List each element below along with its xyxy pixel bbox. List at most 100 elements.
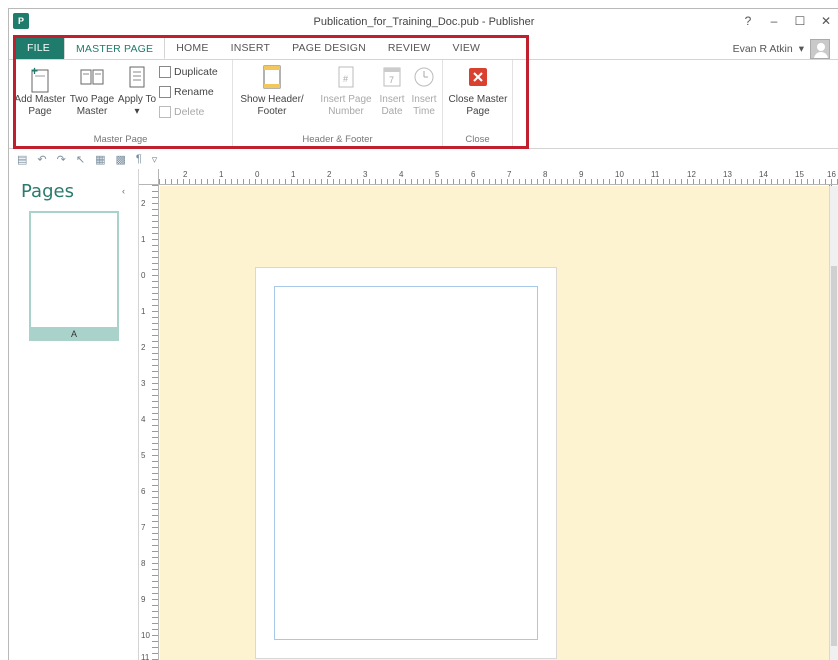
apply-to-icon <box>124 64 150 90</box>
ruler-tick-label: 8 <box>141 559 146 568</box>
insert-date-button[interactable]: 7 Insert Date <box>377 64 407 118</box>
add-master-page-button[interactable]: + Add Master Page <box>11 64 69 118</box>
ruler-tick-label: 2 <box>141 199 146 208</box>
close-group: Close Master Page Close <box>443 60 513 148</box>
paragraph-mark-icon[interactable]: ¶ <box>136 153 142 165</box>
svg-text:+: + <box>31 64 38 78</box>
ruler-tick-label: 15 <box>795 170 804 179</box>
quick-access-toolbar: ▤ ↶ ↷ ↖ ▦ ▩ ¶ ▿ <box>9 150 838 168</box>
rename-button[interactable]: Rename <box>159 86 214 98</box>
close-master-page-label: Close Master Page <box>448 94 508 117</box>
delete-button[interactable]: Delete <box>159 106 204 118</box>
insert-time-button[interactable]: Insert Time <box>409 64 439 118</box>
ruler-tick-label: 12 <box>687 170 696 179</box>
ribbon-tabs: FILE MASTER PAGE HOME INSERT PAGE DESIGN… <box>13 37 491 59</box>
undo-icon[interactable]: ↶ <box>37 153 46 166</box>
ruler-tick-label: 9 <box>141 595 146 604</box>
two-page-master-button[interactable]: Two Page Master <box>67 64 117 118</box>
rename-icon <box>159 86 171 98</box>
ruler-tick-label: 4 <box>141 415 146 424</box>
maximize-button[interactable]: ☐ <box>787 11 813 31</box>
close-master-page-button[interactable]: Close Master Page <box>445 64 511 118</box>
window-controls: ? – ☐ ✕ <box>735 11 838 31</box>
ruler-tick-label: 2 <box>183 170 188 179</box>
ruler-tick-label: 1 <box>291 170 296 179</box>
ruler-tick-label: 2 <box>327 170 332 179</box>
ruler-tick-label: 4 <box>399 170 404 179</box>
customize-toolbar-icon[interactable]: ▿ <box>152 153 158 166</box>
vertical-ruler[interactable]: 2 1 0 1 2 3 4 5 6 7 8 9 10 11 <box>139 185 159 660</box>
apply-to-label: Apply To <box>117 94 157 105</box>
page-thumbnail[interactable] <box>29 211 119 329</box>
workspace-canvas[interactable] <box>160 186 830 660</box>
page-thumbnail-label: A <box>29 327 119 341</box>
header-footer-group-label: Header & Footer <box>302 134 373 145</box>
ruler-tick-label: 5 <box>141 451 146 460</box>
show-header-footer-button[interactable]: Show Header/ Footer <box>237 64 307 118</box>
tab-view[interactable]: VIEW <box>442 37 492 59</box>
insert-page-number-label: Insert Page Number <box>320 94 372 117</box>
tab-review[interactable]: REVIEW <box>377 37 442 59</box>
duplicate-label: Duplicate <box>174 66 218 78</box>
ruler-tick-label: 6 <box>141 487 146 496</box>
tab-insert[interactable]: INSERT <box>220 37 282 59</box>
ruler-tick-label: 13 <box>723 170 732 179</box>
ruler-tick-label: 5 <box>435 170 440 179</box>
picture-icon[interactable]: ▩ <box>115 153 125 166</box>
rename-label: Rename <box>174 86 214 98</box>
svg-text:#: # <box>343 74 348 84</box>
text-box-icon[interactable]: ▦ <box>95 153 105 166</box>
ruler-tick-label: 6 <box>471 170 476 179</box>
ruler-tick-label: 1 <box>219 170 224 179</box>
insert-page-number-button[interactable]: # Insert Page Number <box>317 64 375 118</box>
ruler-tick-label: 7 <box>507 170 512 179</box>
master-page-group: + Add Master Page Two Page Master Apply … <box>9 60 233 148</box>
close-window-button[interactable]: ✕ <box>813 11 838 31</box>
two-page-master-label: Two Page Master <box>69 94 115 117</box>
tab-master-page[interactable]: MASTER PAGE <box>63 37 166 59</box>
apply-to-button[interactable]: Apply To ▾ <box>117 64 157 118</box>
pages-pane: Pages ‹ A <box>9 169 139 660</box>
duplicate-button[interactable]: Duplicate <box>159 66 218 78</box>
horizontal-ruler[interactable]: 2 1 0 1 2 3 4 5 6 7 8 9 10 11 12 13 14 1… <box>159 169 838 185</box>
user-name: Evan R Atkin <box>732 43 793 55</box>
duplicate-icon <box>159 66 171 78</box>
save-icon[interactable]: ▤ <box>17 153 27 166</box>
tab-home[interactable]: HOME <box>165 37 219 59</box>
delete-icon <box>159 106 171 118</box>
pointer-icon[interactable]: ↖ <box>76 153 85 166</box>
vertical-scrollbar[interactable] <box>829 186 838 660</box>
publisher-window: P Publication_for_Training_Doc.pub - Pub… <box>8 8 838 660</box>
title-bar: P Publication_for_Training_Doc.pub - Pub… <box>9 9 838 35</box>
ruler-tick-label: 1 <box>141 235 146 244</box>
add-master-page-icon: + <box>27 64 53 93</box>
tab-file[interactable]: FILE <box>13 37 64 59</box>
svg-text:7: 7 <box>389 75 394 85</box>
ruler-tick-label: 0 <box>141 271 146 280</box>
ruler-tick-label: 2 <box>141 343 146 352</box>
ribbon: + Add Master Page Two Page Master Apply … <box>9 59 838 194</box>
master-page-group-label: Master Page <box>93 134 148 145</box>
apply-to-dropdown-icon: ▾ <box>134 106 140 117</box>
page-number-icon: # <box>333 64 359 90</box>
user-account[interactable]: Evan R Atkin ▾ <box>733 39 830 59</box>
insert-time-label: Insert Time <box>411 94 437 117</box>
pages-pane-title: Pages <box>21 181 74 202</box>
close-master-page-icon <box>465 64 491 90</box>
window-title: Publication_for_Training_Doc.pub - Publi… <box>313 16 535 28</box>
delete-label: Delete <box>174 106 205 118</box>
header-footer-group: Show Header/ Footer # Insert Page Number… <box>233 60 443 148</box>
help-button[interactable]: ? <box>735 11 761 31</box>
ruler-tick-label: 14 <box>759 170 768 179</box>
minimize-button[interactable]: – <box>761 11 787 31</box>
insert-date-label: Insert Date <box>379 94 405 117</box>
tab-page-design[interactable]: PAGE DESIGN <box>281 37 377 59</box>
ruler-tick-label: 16 <box>827 170 836 179</box>
ruler-tick-label: 3 <box>141 379 146 388</box>
scrollbar-thumb[interactable] <box>831 266 837 646</box>
show-header-footer-label: Show Header/ Footer <box>240 94 304 117</box>
redo-icon[interactable]: ↷ <box>57 153 66 166</box>
collapse-pane-icon[interactable]: ‹ <box>122 186 125 196</box>
master-page-canvas[interactable] <box>255 267 557 659</box>
ruler-corner <box>139 169 159 185</box>
